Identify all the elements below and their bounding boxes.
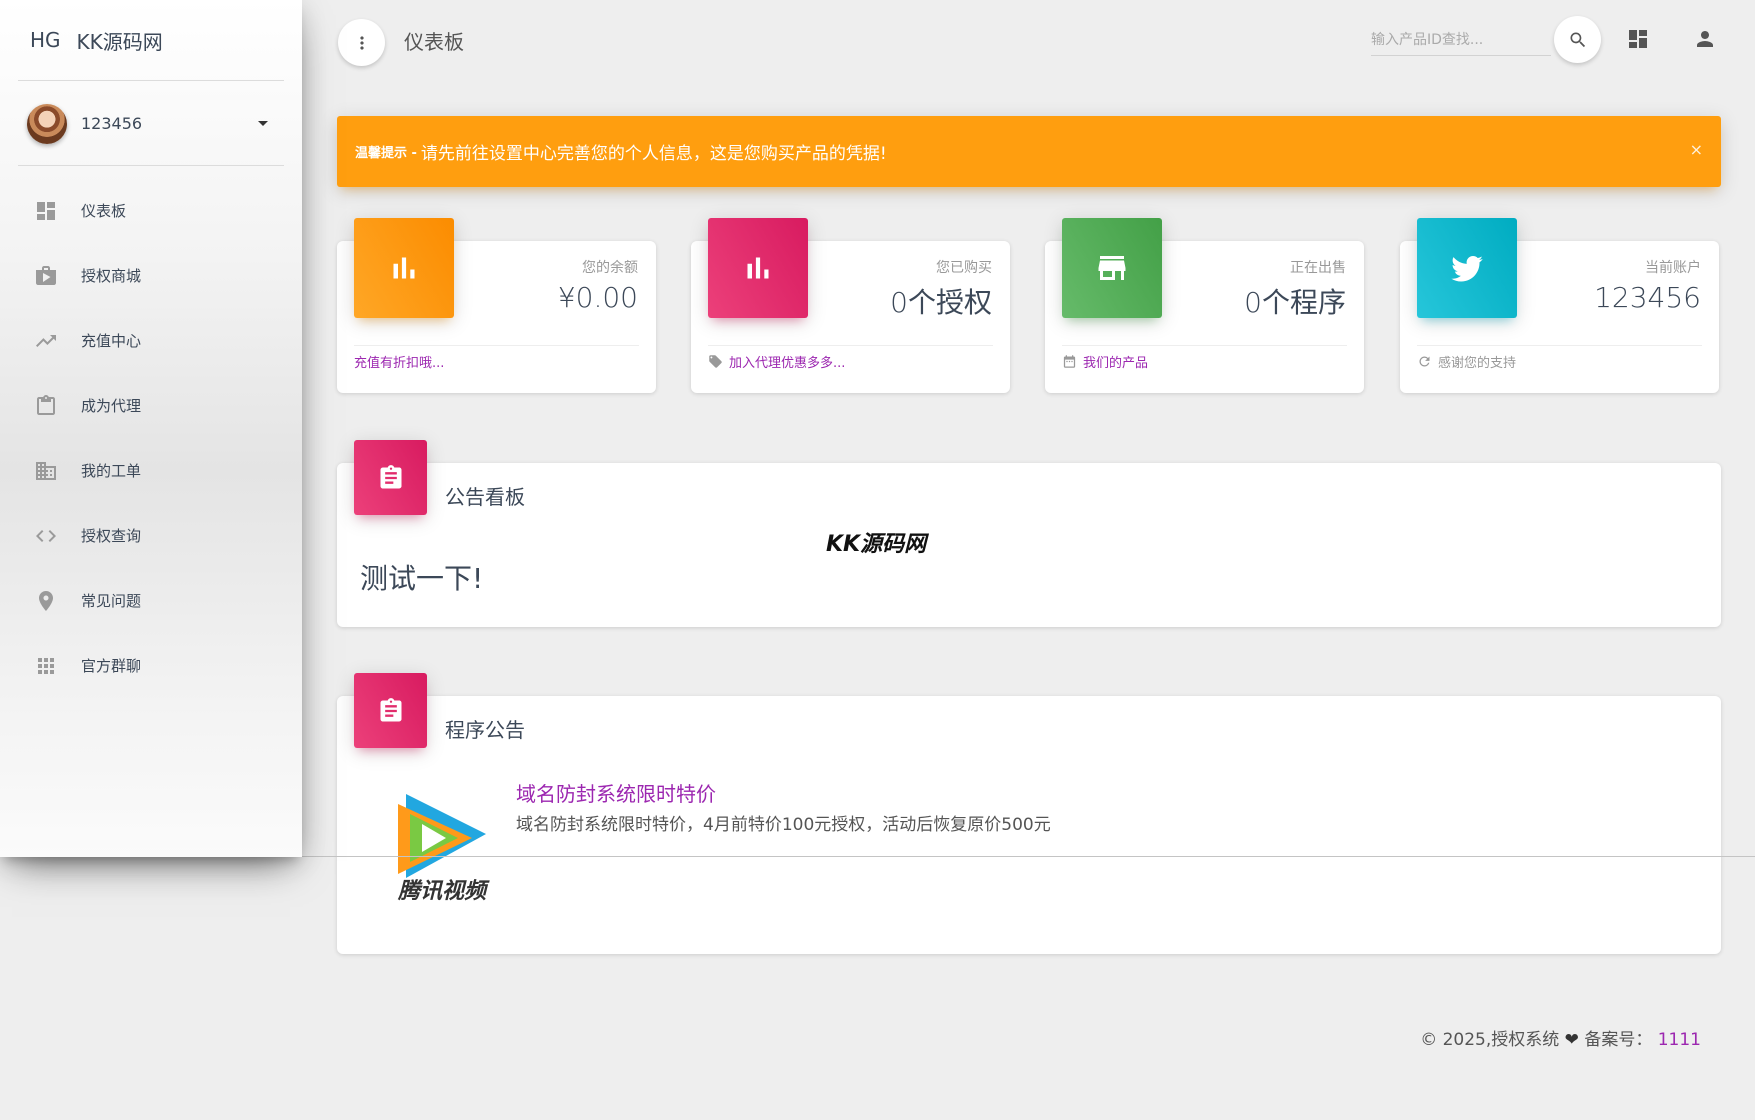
clipboard-icon xyxy=(34,394,58,418)
notice-board-card: 公告看板 测试一下! xyxy=(337,463,1721,627)
avatar xyxy=(27,104,67,144)
alert-message: 请先前往设置中心完善您的个人信息，这是您购买产品的凭据! xyxy=(421,139,887,164)
sidebar-item-label: 常见问题 xyxy=(81,590,141,611)
location-icon xyxy=(34,589,58,613)
page-title: 仪表板 xyxy=(404,26,464,55)
stat-card-account: 当前账户 123456 感谢您的支持 xyxy=(1400,241,1719,393)
program-item-title[interactable]: 域名防封系统限时特价 xyxy=(516,778,716,807)
sidebar-item-label: 仪表板 xyxy=(81,200,126,221)
refresh-icon xyxy=(1417,354,1433,370)
bar-chart-icon xyxy=(708,218,808,318)
close-icon[interactable]: × xyxy=(1690,140,1703,159)
recharge-link[interactable]: 充值有折扣哦... xyxy=(354,352,444,371)
products-link[interactable]: 我们的产品 xyxy=(1083,352,1148,371)
logo-text: KK源码网 xyxy=(77,26,163,55)
building-icon xyxy=(34,459,58,483)
copyright: © 2025,授权系统 xyxy=(1420,1030,1559,1050)
heart-icon: ❤ xyxy=(1565,1030,1579,1050)
dashboard-shortcut-button[interactable] xyxy=(1626,27,1650,51)
dashboard-icon xyxy=(34,199,58,223)
calendar-icon xyxy=(1062,354,1078,370)
stat-footer: 感谢您的支持 xyxy=(1417,345,1702,377)
sidebar-logo[interactable]: HG KK源码网 xyxy=(18,0,284,81)
person-icon xyxy=(1693,27,1717,51)
stat-footer: 我们的产品 xyxy=(1062,345,1347,377)
trending-icon xyxy=(34,329,58,353)
sidebar-item-label: 充值中心 xyxy=(81,330,141,351)
tag-icon xyxy=(708,354,724,370)
bar-chart-icon xyxy=(354,218,454,318)
assignment-icon xyxy=(354,673,427,748)
profile-button[interactable] xyxy=(1693,27,1717,51)
alert-prefix: 温馨提示 - xyxy=(355,142,417,161)
stat-value: 0个授权 xyxy=(890,281,992,321)
dashboard-icon xyxy=(1626,27,1650,51)
code-icon xyxy=(34,524,58,548)
stat-label: 您的余额 xyxy=(582,257,638,277)
search-button[interactable] xyxy=(1554,16,1601,63)
tencent-video-logo: 腾讯视频 xyxy=(392,786,492,904)
stat-label: 当前账户 xyxy=(1645,257,1701,277)
sidebar-item-label: 授权查询 xyxy=(81,525,141,546)
sidebar-item-shop[interactable]: 授权商城 xyxy=(0,243,302,308)
sidebar-item-tickets[interactable]: 我的工单 xyxy=(0,438,302,503)
sidebar: HG KK源码网 123456 仪表板 授权商城 充值中心 xyxy=(0,0,302,857)
more-vertical-icon xyxy=(352,33,372,53)
divider xyxy=(302,856,1755,857)
stat-card-purchased: 您已购买 0个授权 加入代理优惠多多... xyxy=(691,241,1010,393)
caret-down-icon[interactable] xyxy=(258,121,268,126)
sidebar-item-label: 成为代理 xyxy=(81,395,141,416)
thanks-text: 感谢您的支持 xyxy=(1438,352,1516,371)
sidebar-item-group-chat[interactable]: 官方群聊 xyxy=(0,633,302,698)
sidebar-item-recharge[interactable]: 充值中心 xyxy=(0,308,302,373)
warning-alert: 温馨提示 - 请先前往设置中心完善您的个人信息，这是您购买产品的凭据! × xyxy=(337,116,1721,187)
search-icon xyxy=(1568,30,1588,50)
notice-board-title: 公告看板 xyxy=(445,481,525,510)
icp-number[interactable]: 1111 xyxy=(1658,1030,1701,1050)
program-item-desc: 域名防封系统限时特价，4月前特价100元授权，活动后恢复原价500元 xyxy=(516,810,1051,835)
stat-value: 123456 xyxy=(1594,281,1701,314)
assignment-icon xyxy=(354,440,427,515)
shop-icon xyxy=(34,264,58,288)
footer: © 2025,授权系统 ❤ 备案号： 1111 xyxy=(1420,1025,1701,1050)
twitter-icon xyxy=(1417,218,1517,318)
apps-icon xyxy=(34,654,58,678)
notice-board-content: 测试一下! xyxy=(360,557,483,597)
stat-footer: 加入代理优惠多多... xyxy=(708,345,993,377)
svg-text:腾讯视频: 腾讯视频 xyxy=(397,879,490,904)
sidebar-item-faq[interactable]: 常见问题 xyxy=(0,568,302,633)
icp-label: 备案号： xyxy=(1584,1030,1652,1050)
sidebar-toggle-button[interactable] xyxy=(338,19,385,66)
sidebar-item-agent[interactable]: 成为代理 xyxy=(0,373,302,438)
program-notice-card: 程序公告 腾讯视频 域名防封系统限时特价 域名防封系统限时特价，4月前特价100… xyxy=(337,696,1721,954)
sidebar-item-label: 我的工单 xyxy=(81,460,141,481)
sidebar-nav: 仪表板 授权商城 充值中心 成为代理 我的工单 xyxy=(0,178,302,698)
stat-value: 0个程序 xyxy=(1244,281,1346,321)
stat-footer: 充值有折扣哦... xyxy=(354,345,639,377)
logo-mini: HG xyxy=(30,28,61,52)
sidebar-item-label: 官方群聊 xyxy=(81,655,141,676)
sidebar-item-label: 授权商城 xyxy=(81,265,141,286)
username: 123456 xyxy=(81,114,142,133)
stat-label: 正在出售 xyxy=(1290,257,1346,277)
sidebar-item-dashboard[interactable]: 仪表板 xyxy=(0,178,302,243)
stat-card-selling: 正在出售 0个程序 我们的产品 xyxy=(1045,241,1364,393)
program-notice-title: 程序公告 xyxy=(445,714,525,743)
agent-link[interactable]: 加入代理优惠多多... xyxy=(729,352,845,371)
watermark: KK源码网 xyxy=(826,526,926,558)
search-input[interactable] xyxy=(1371,24,1551,56)
stat-label: 您已购买 xyxy=(936,257,992,277)
sidebar-item-license-query[interactable]: 授权查询 xyxy=(0,503,302,568)
store-icon xyxy=(1062,218,1162,318)
stat-card-balance: 您的余额 ¥0.00 充值有折扣哦... xyxy=(337,241,656,393)
user-menu[interactable]: 123456 xyxy=(18,82,284,166)
stat-value: ¥0.00 xyxy=(558,281,638,314)
